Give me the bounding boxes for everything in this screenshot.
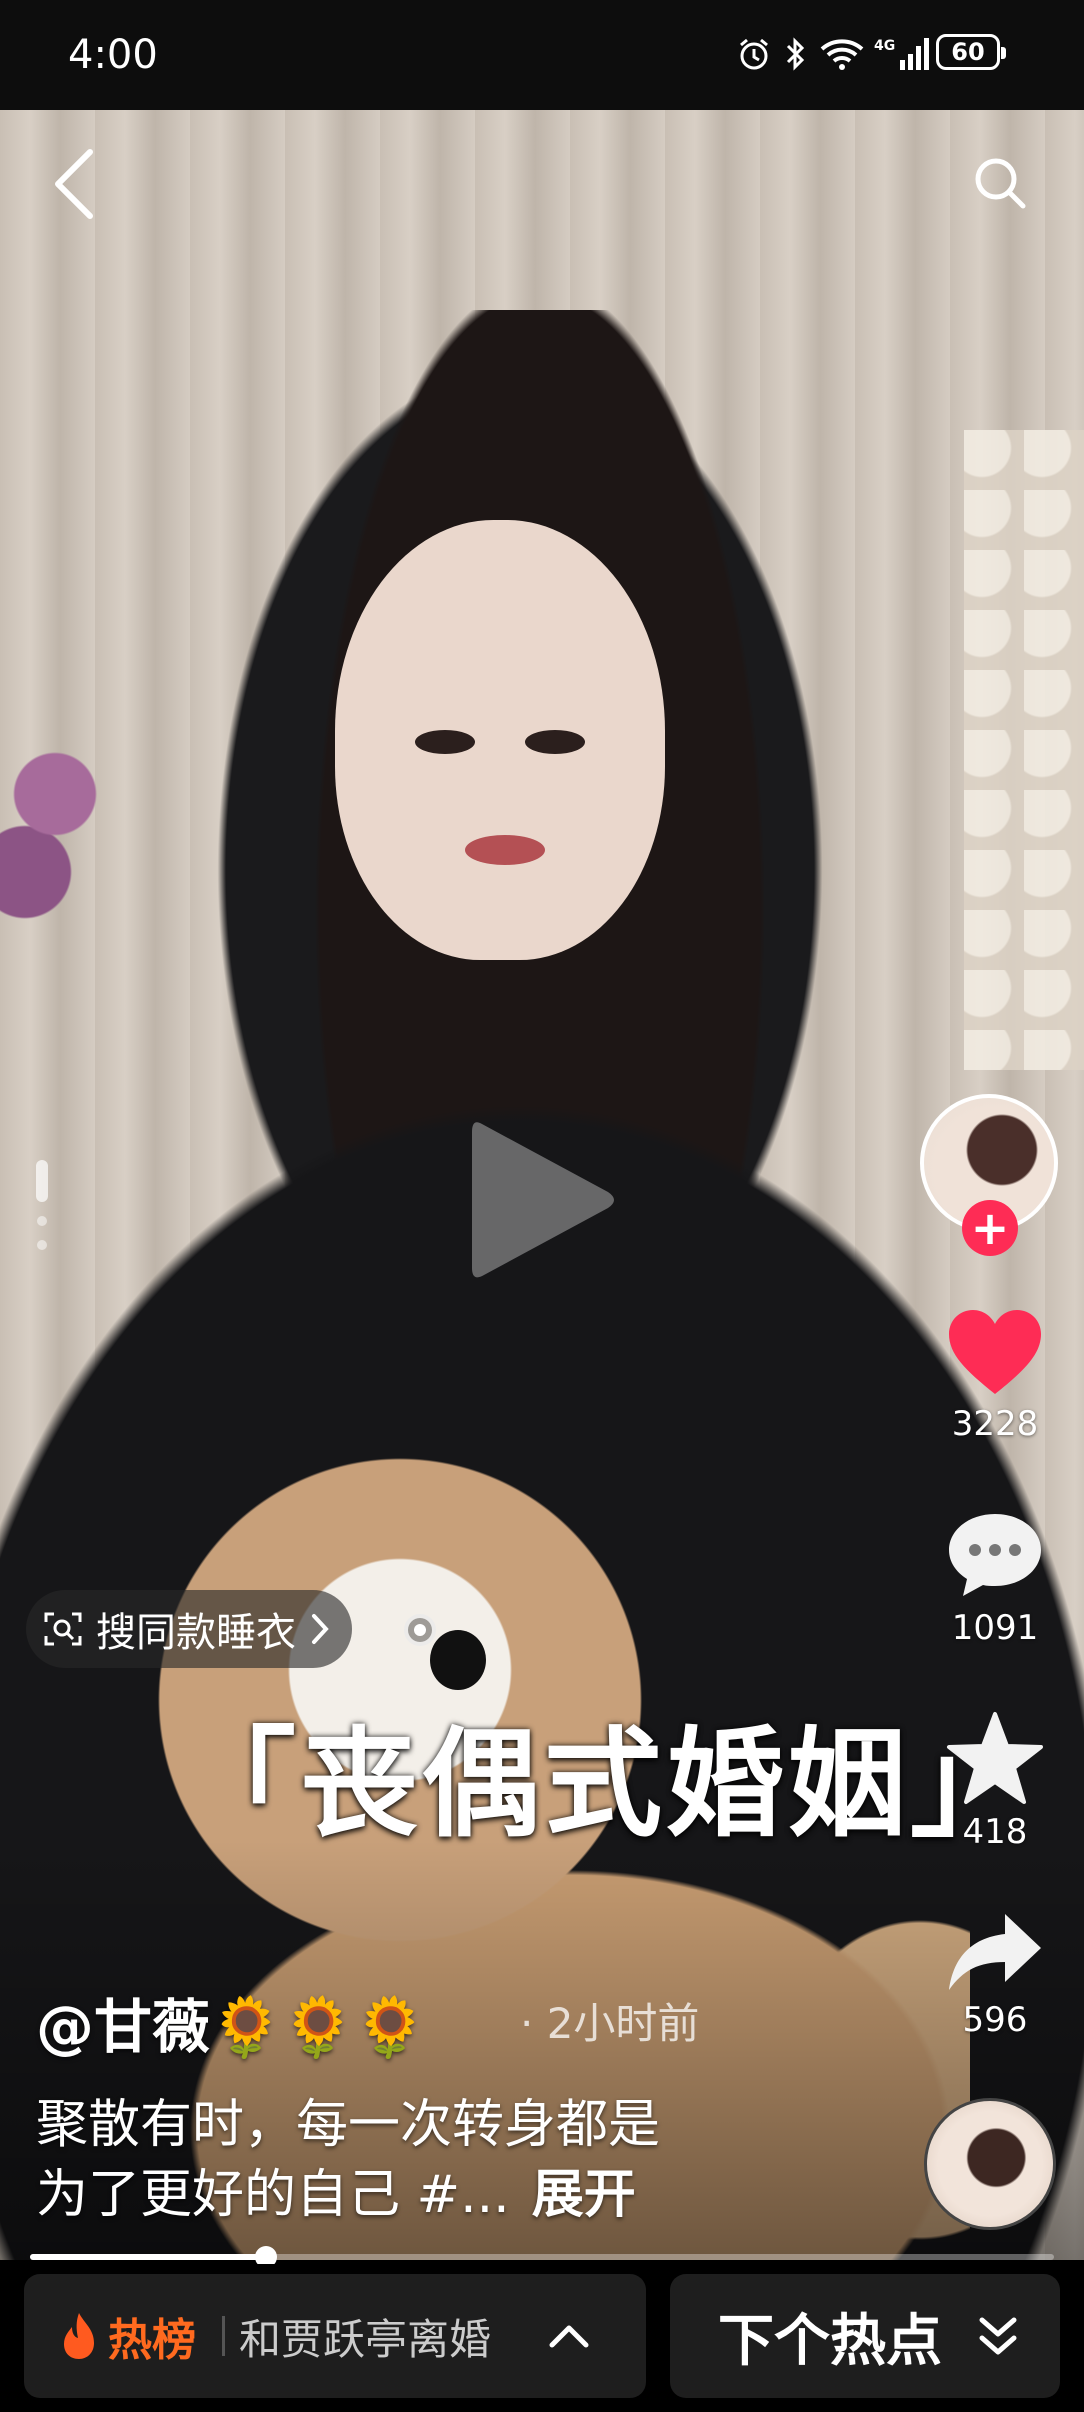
author-name[interactable]: @甘薇🌻🌻🌻 (36, 1980, 427, 2064)
status-time: 4:00 (68, 32, 158, 78)
alarm-icon (734, 34, 774, 74)
like-count: 3228 (951, 1404, 1039, 1444)
signal-icon: 4G (874, 34, 930, 74)
share-count: 596 (962, 2000, 1028, 2040)
eye-left (415, 730, 475, 754)
chevron-up-icon (549, 2325, 589, 2348)
person-face (335, 520, 665, 960)
hot-list-bar[interactable]: 热榜 和贾跃亭离婚 (24, 2274, 646, 2398)
double-chevron-down-icon (976, 2311, 1020, 2361)
search-same-label: 搜同款睡衣 (96, 1610, 296, 1656)
search-icon (975, 158, 1026, 209)
bluetooth-icon (782, 34, 810, 74)
side-scroll-indicator (36, 1160, 50, 1270)
chevron-right-icon (312, 1614, 329, 1644)
progress-bar[interactable] (30, 2246, 1054, 2268)
comment-icon (949, 1514, 1041, 1596)
description-text-line2: 为了更好的自己 #... 展开 (36, 2152, 636, 2227)
play-icon[interactable] (462, 1110, 622, 1290)
follow-button[interactable]: + (962, 1200, 1018, 1256)
background-decoration (964, 430, 1084, 1070)
description-truncated: 为了更好的自己 #... (36, 2165, 510, 2225)
post-time: · 2小时前 (520, 1999, 700, 2048)
teddy-bear-nose (430, 1630, 486, 1690)
comment-button[interactable]: 1091 (930, 1508, 1060, 1648)
screen: 4:00 4G 60 + 3228 1091 418 596 搜同款睡衣 「丧偶… (0, 0, 1084, 2412)
plus-icon: + (970, 1201, 1010, 1255)
expand-button[interactable]: 展开 (532, 2165, 636, 2225)
share-button[interactable]: 596 (930, 1910, 1060, 2040)
product-tag-dot[interactable] (404, 1614, 436, 1646)
flame-icon (64, 2313, 94, 2359)
battery-icon: 60 (936, 34, 1006, 70)
hot-list-label: 热榜 (108, 2315, 196, 2366)
like-button[interactable]: 3228 (930, 1306, 1060, 1444)
lips (465, 835, 545, 865)
video-caption: 「丧偶式婚姻」 (178, 1715, 1033, 1853)
chevron-up-button[interactable] (545, 2312, 593, 2360)
search-button[interactable] (968, 148, 1032, 218)
network-type-label: 4G (874, 38, 895, 54)
share-arrow-icon (949, 1914, 1041, 1990)
chevron-left-icon (55, 149, 93, 219)
heart-icon (949, 1310, 1041, 1394)
hot-topic-text: 和贾跃亭离婚 (239, 2314, 492, 2364)
wifi-icon (818, 34, 866, 74)
back-button[interactable] (44, 144, 104, 224)
scan-search-icon (44, 1612, 82, 1646)
comment-count: 1091 (951, 1608, 1039, 1648)
divider (222, 2316, 225, 2356)
battery-level: 60 (951, 38, 985, 66)
progress-fill (30, 2254, 266, 2260)
next-hot-button[interactable]: 下个热点 (670, 2274, 1060, 2398)
music-disc-avatar[interactable] (924, 2098, 1056, 2230)
status-bar: 4:00 4G 60 (0, 0, 1084, 110)
flowers-decoration (0, 690, 130, 950)
search-same-item-chip[interactable]: 搜同款睡衣 (26, 1590, 352, 1668)
description-text: 聚散有时，每一次转身都是 (36, 2095, 661, 2155)
next-hot-label: 下个热点 (718, 2308, 942, 2374)
eye-right (525, 730, 585, 754)
